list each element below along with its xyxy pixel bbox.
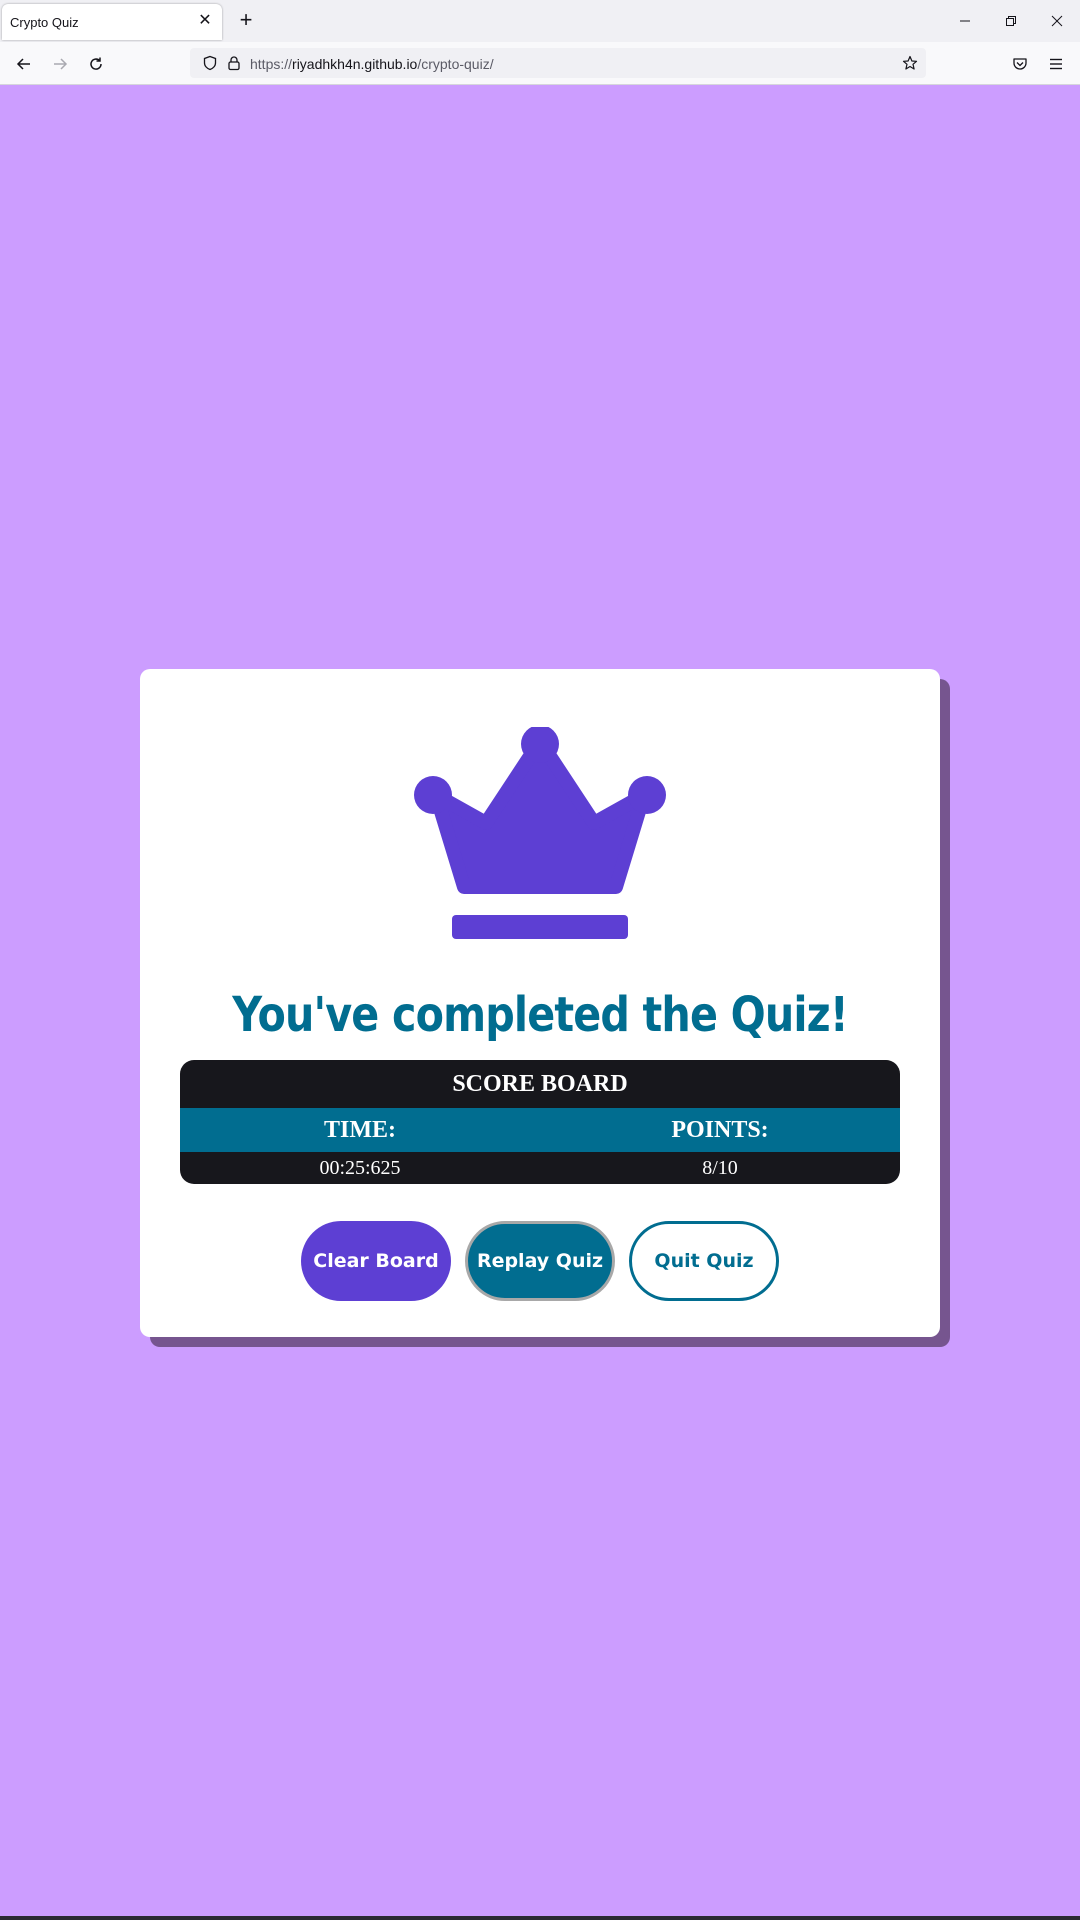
clear-board-button[interactable]: Clear Board [301, 1221, 451, 1301]
completion-heading: You've completed the Quiz! [232, 987, 848, 1043]
star-icon[interactable] [898, 51, 922, 75]
browser-tab[interactable]: Crypto Quiz ✕ [2, 4, 222, 40]
time-value: 00:25:625 [319, 1157, 401, 1179]
url-path: /crypto-quiz/ [417, 56, 494, 72]
score-board-header: TIME: POINTS: [180, 1108, 900, 1152]
tab-strip: Crypto Quiz ✕ + [0, 0, 1080, 42]
shield-icon[interactable] [198, 51, 222, 75]
minimize-icon[interactable] [950, 8, 980, 34]
score-board-title: SCORE BOARD [452, 1071, 628, 1097]
score-board: SCORE BOARD TIME: POINTS: 00:25:625 8/10 [180, 1060, 900, 1184]
forward-icon[interactable] [48, 52, 72, 76]
lock-icon[interactable] [222, 51, 246, 75]
score-row: 00:25:625 8/10 [180, 1152, 900, 1184]
url-prefix: https:// [250, 56, 293, 72]
navigation-bar: https://riyadhkh4n.github.io/crypto-quiz… [0, 42, 1080, 85]
points-value: 8/10 [702, 1157, 738, 1179]
points-column-header: POINTS: [671, 1117, 769, 1143]
plus-icon[interactable]: + [236, 9, 256, 31]
pocket-icon[interactable] [1008, 52, 1032, 76]
window-close-icon[interactable] [1042, 8, 1072, 34]
quiz-result-card: You've completed the Quiz! SCORE BOARD T… [140, 669, 940, 1337]
close-icon[interactable]: ✕ [196, 12, 214, 30]
time-column-header: TIME: [324, 1117, 396, 1143]
url-bar[interactable]: https://riyadhkh4n.github.io/crypto-quiz… [190, 48, 926, 78]
menu-icon[interactable] [1044, 52, 1068, 76]
url-host: riyadhkh4n.github.io [292, 56, 418, 72]
url-text[interactable]: https://riyadhkh4n.github.io/crypto-quiz… [250, 56, 494, 72]
replay-quiz-button[interactable]: Replay Quiz [465, 1221, 615, 1301]
quit-quiz-button[interactable]: Quit Quiz [629, 1221, 779, 1301]
crown-icon [414, 727, 666, 939]
back-icon[interactable] [12, 52, 36, 76]
tab-title: Crypto Quiz [10, 15, 79, 30]
bottom-edge [0, 1916, 1080, 1920]
restore-icon[interactable] [996, 8, 1026, 34]
reload-icon[interactable] [84, 52, 108, 76]
